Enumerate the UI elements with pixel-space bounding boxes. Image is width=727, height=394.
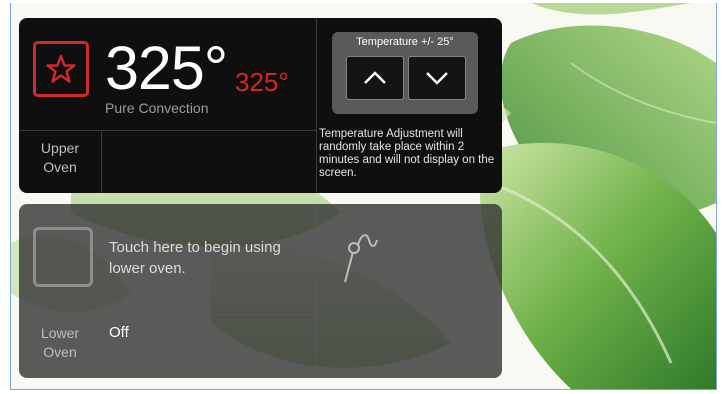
oven-label-line: Upper [40, 140, 80, 156]
current-temperature: 325° [105, 34, 228, 102]
temp-up-button[interactable] [346, 56, 404, 100]
temp-down-button[interactable] [408, 56, 466, 100]
upper-oven-panel[interactable]: 325° 325° Pure Convection Upper Oven Tem… [19, 18, 502, 193]
divider [19, 130, 316, 131]
upper-oven-label: Upper Oven [19, 139, 101, 177]
temperature-adjust-note: Temperature Adjustment will randomly tak… [319, 128, 495, 179]
chevron-up-icon [364, 71, 386, 84]
set-temperature: 325° [235, 67, 289, 97]
temperature-adjust-panel: Temperature +/- 25° [332, 32, 478, 114]
divider [101, 314, 102, 378]
oven-label-line: Oven [43, 159, 77, 175]
probe-icon[interactable] [331, 226, 379, 290]
lower-oven-status: Off [109, 324, 129, 341]
lower-oven-panel[interactable]: Touch here to begin using lower oven. Lo… [19, 204, 502, 378]
divider [101, 130, 102, 193]
oven-label-line: Oven [43, 344, 77, 360]
oven-label-line: Lower [40, 325, 80, 341]
star-icon[interactable] [33, 41, 89, 97]
divider [316, 18, 317, 193]
lower-oven-status-icon[interactable] [33, 227, 93, 287]
cooking-mode: Pure Convection [105, 100, 209, 116]
lower-oven-label: Lower Oven [19, 324, 101, 362]
lower-oven-start-message[interactable]: Touch here to begin using lower oven. [109, 237, 299, 279]
divider [316, 204, 317, 378]
temperature-adjust-title: Temperature +/- 25° [356, 36, 454, 48]
divider [19, 314, 316, 315]
chevron-down-icon [426, 72, 448, 85]
